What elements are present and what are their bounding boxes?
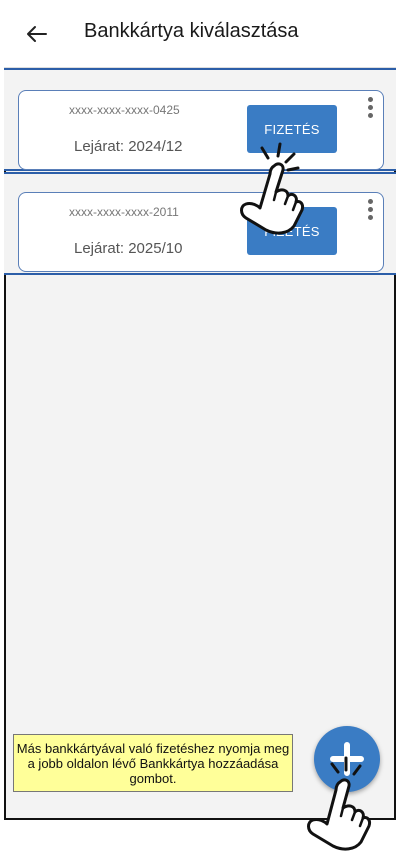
hand-pointer-icon bbox=[307, 756, 371, 851]
arrow-left-icon[interactable] bbox=[20, 18, 52, 50]
bank-card[interactable]: xxxx-xxxx-xxxx-0425 Lejárat: 2024/12 FIZ… bbox=[18, 90, 384, 170]
page-title: Bankkártya kiválasztása bbox=[84, 20, 299, 42]
card-number: xxxx-xxxx-xxxx-0425 bbox=[69, 103, 180, 117]
app-bar: Bankkártya kiválasztása bbox=[4, 0, 396, 68]
hand-pointer-icon bbox=[240, 142, 304, 235]
hint-box: Más bankkártyával való fizetéshez nyomja… bbox=[13, 734, 293, 792]
more-options-icon[interactable] bbox=[365, 199, 375, 225]
card-expiry: Lejárat: 2024/12 bbox=[74, 138, 183, 155]
more-options-icon[interactable] bbox=[365, 97, 375, 123]
card-number: xxxx-xxxx-xxxx-2011 bbox=[69, 205, 179, 219]
bank-card[interactable]: xxxx-xxxx-xxxx-2011 Lejárat: 2025/10 FIZ… bbox=[18, 192, 384, 272]
card-expiry: Lejárat: 2025/10 bbox=[74, 240, 183, 257]
